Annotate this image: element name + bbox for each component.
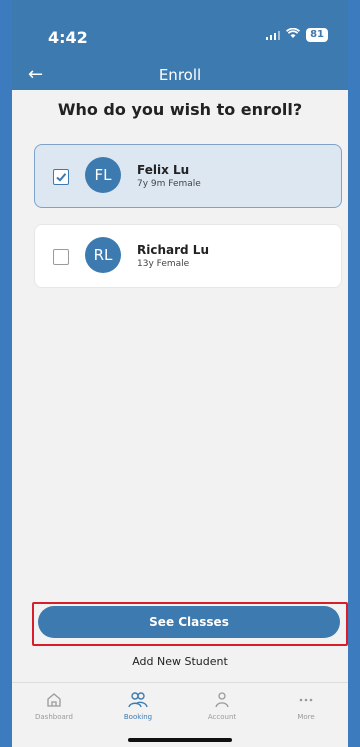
checkbox-unchecked-icon[interactable] [53,249,69,265]
home-icon [12,691,96,709]
signal-icon [266,30,281,40]
person-icon [180,691,264,709]
student-name: Felix Lu [137,163,190,177]
student-card-richard[interactable]: RL Richard Lu 13y Female [34,224,342,288]
see-classes-button[interactable]: See Classes [38,606,340,638]
enroll-question-heading: Who do you wish to enroll? [57,100,303,119]
checkbox-checked-icon[interactable] [53,169,69,185]
status-time: 4:42 [48,28,88,47]
more-icon [264,691,348,709]
app-frame: 4:42 81 ← Enroll Who do you wish to enro… [12,0,348,747]
people-icon [96,691,180,709]
tab-booking[interactable]: Booking [96,691,180,721]
battery-indicator: 81 [306,28,328,42]
tab-more[interactable]: More [264,691,348,721]
tab-dashboard[interactable]: Dashboard [12,691,96,721]
home-indicator [128,738,232,742]
student-name: Richard Lu [137,243,209,257]
add-new-student-link[interactable]: Add New Student [12,655,348,668]
avatar: FL [85,157,121,193]
page-title: Enroll [158,66,202,84]
tab-label: More [297,713,315,721]
avatar: RL [85,237,121,273]
status-icons: 81 [266,27,328,42]
tab-label: Account [207,713,237,721]
status-bar: 4:42 81 [12,0,348,60]
wifi-icon [286,27,301,42]
tab-label: Booking [123,713,153,721]
student-details: 7y 9m Female [137,179,201,189]
nav-bar: ← Enroll [12,60,348,90]
tab-label: Dashboard [35,713,73,721]
student-details: 13y Female [137,259,190,269]
tab-account[interactable]: Account [180,691,264,721]
student-card-felix[interactable]: FL Felix Lu 7y 9m Female [34,144,342,208]
